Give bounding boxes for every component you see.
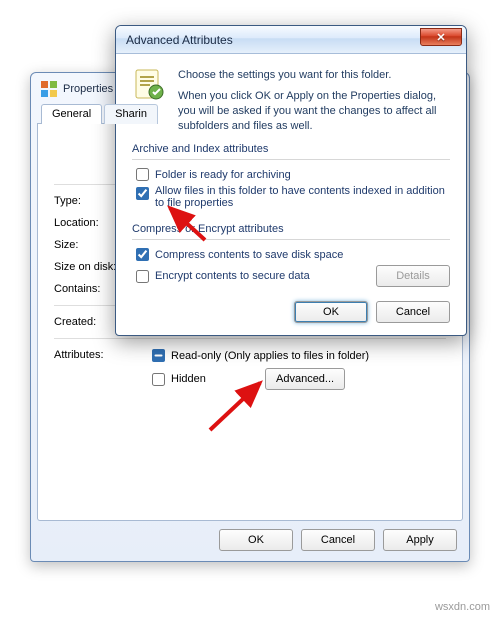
checkbox-index-label: Allow files in this folder to have conte… [155,185,450,209]
close-button[interactable]: ✕ [420,28,462,46]
file-properties-icon [132,68,166,102]
checkbox-hidden[interactable] [152,373,165,386]
properties-button-row: OK Cancel Apply [37,521,463,551]
tab-general[interactable]: General [41,104,102,124]
properties-title-text: Properties [63,83,113,95]
properties-ok-button[interactable]: OK [219,529,293,551]
checkbox-compress-label: Compress contents to save disk space [155,249,343,261]
details-button[interactable]: Details [376,265,450,287]
watermark: wsxdn.com [435,601,490,613]
close-icon: ✕ [436,31,445,44]
advanced-button-row: OK Cancel [132,287,450,323]
advanced-title-text: Advanced Attributes [126,33,233,47]
advanced-cancel-button[interactable]: Cancel [376,301,450,323]
advanced-ok-button[interactable]: OK [294,301,368,323]
compress-legend: Compress or Encrypt attributes [132,223,450,237]
checkbox-hidden-label: Hidden [171,373,241,385]
properties-tabstrip: General Sharin [37,103,463,123]
compress-group: Compress or Encrypt attributes Compress … [132,223,450,287]
label-attributes: Attributes: [54,349,144,396]
checkbox-readonly-label: Read-only (Only applies to files in fold… [171,350,369,362]
properties-cancel-button[interactable]: Cancel [301,529,375,551]
checkbox-index[interactable] [136,187,149,200]
advanced-titlebar[interactable]: Advanced Attributes ✕ [116,26,466,54]
checkbox-archive-ready-label: Folder is ready for archiving [155,169,291,181]
advanced-attributes-window: Advanced Attributes ✕ Choose the setting… [115,25,467,336]
properties-apply-button[interactable]: Apply [383,529,457,551]
advanced-intro-1: Choose the settings you want for this fo… [178,68,450,83]
archive-legend: Archive and Index attributes [132,143,450,157]
checkbox-readonly[interactable] [152,349,165,362]
advanced-button[interactable]: Advanced... [265,368,345,390]
windows-icon [41,81,57,97]
archive-group: Archive and Index attributes Folder is r… [132,143,450,209]
checkbox-archive-ready[interactable] [136,168,149,181]
checkbox-compress[interactable] [136,248,149,261]
checkbox-encrypt[interactable] [136,270,149,283]
tab-sharing[interactable]: Sharin [104,104,158,124]
checkbox-encrypt-label: Encrypt contents to secure data [155,270,310,282]
